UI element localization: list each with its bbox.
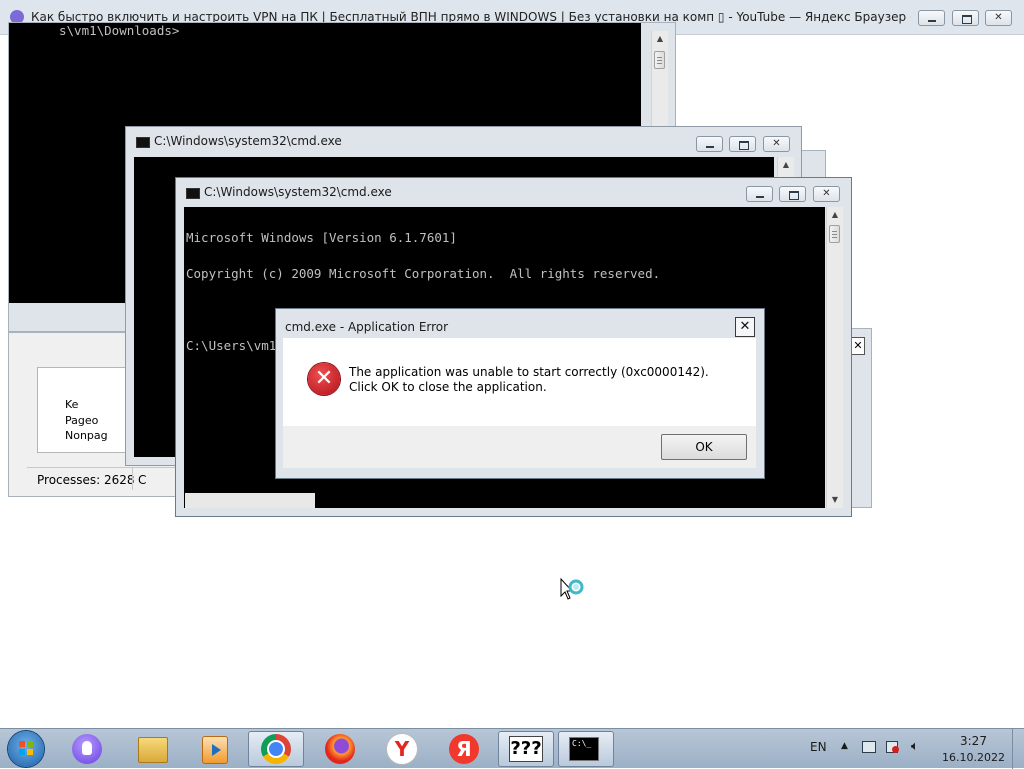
minimize-icon (928, 20, 936, 22)
scroll-up-arrow-icon[interactable]: ▲ (652, 31, 668, 47)
taskbar: Y Я ??? C:\_ EN ▲ 🔈︎ 3:27 16.10.2022 (0, 728, 1024, 769)
status-cpu: C (138, 473, 147, 487)
taskbar-yandex-browser[interactable]: Я (436, 731, 492, 767)
cmd-front-maximize-button[interactable] (779, 186, 806, 202)
scrollbar-thumb[interactable] (829, 225, 840, 243)
action-center-icon[interactable] (886, 741, 899, 753)
task-manager-statusbar: Processes: 2628 C (27, 467, 197, 492)
language-indicator[interactable]: EN (810, 740, 827, 754)
minimize-icon (756, 196, 764, 198)
ok-button[interactable]: OK (661, 434, 747, 460)
error-dialog-title[interactable]: cmd.exe - Application Error (285, 320, 448, 334)
close-icon: ✕ (739, 319, 751, 334)
cmd-back-close-button[interactable]: ✕ (763, 136, 790, 152)
console-line: Copyright (c) 2009 Microsoft Corporation… (186, 266, 661, 281)
memory-label-paged: Pageo (65, 414, 99, 427)
error-dialog: cmd.exe - Application Error ✕ ✕ The appl… (275, 308, 765, 479)
cmd-front-minimize-button[interactable] (746, 186, 773, 202)
start-button[interactable] (6, 729, 46, 769)
error-message: The application was unable to start corr… (349, 365, 709, 394)
taskbar-yandex[interactable]: Y (374, 731, 430, 767)
error-dialog-body: ✕ The application was unable to start co… (283, 338, 756, 426)
cursor-arrow-icon (560, 577, 584, 600)
error-dialog-close-button[interactable]: ✕ (735, 317, 755, 337)
minimize-icon (706, 146, 714, 148)
scroll-down-arrow-icon[interactable]: ▼ (827, 492, 843, 508)
error-dialog-footer: OK (283, 426, 756, 468)
folder-icon (138, 737, 168, 763)
firefox-icon (325, 734, 355, 764)
clock-time[interactable]: 3:27 (960, 734, 987, 748)
scrollbar-thumb[interactable] (654, 51, 665, 69)
taskbar-firefox[interactable] (312, 731, 368, 767)
maximize-icon (789, 191, 799, 200)
unknown-app-icon: ??? (509, 736, 543, 762)
windows-icon (8, 731, 44, 767)
volume-icon[interactable]: 🔈︎ (911, 739, 919, 754)
yandex-icon: Y (387, 734, 417, 764)
busy-cursor (560, 577, 586, 606)
cmd-back-maximize-button[interactable] (729, 136, 756, 152)
memory-label-nonpaged: Nonpag (65, 429, 108, 442)
console-background-line: s\vm1\Downloads> (59, 23, 180, 38)
alice-icon (72, 734, 102, 764)
cmd-taskbar-icon: C:\_ (569, 737, 599, 761)
scroll-up-arrow-icon[interactable]: ▲ (827, 207, 843, 223)
cmd-front-close-button[interactable]: ✕ (813, 186, 840, 202)
memory-label-kernel: Ke (65, 398, 79, 411)
browser-close-button[interactable]: ✕ (985, 10, 1012, 26)
taskbar-media-player[interactable] (186, 731, 242, 767)
yandex-browser-icon: Я (449, 734, 479, 764)
taskbar-alice[interactable] (58, 731, 114, 767)
network-icon[interactable] (862, 741, 876, 753)
taskbar-explorer[interactable] (124, 731, 180, 767)
scroll-up-arrow-icon[interactable]: ▲ (778, 157, 794, 173)
status-processes: Processes: 2628 (37, 473, 135, 487)
clock-date[interactable]: 16.10.2022 (942, 751, 1005, 764)
media-player-icon (202, 736, 228, 764)
console-selection-residue (185, 493, 315, 508)
close-icon: ✕ (822, 188, 831, 199)
show-hidden-icons-icon[interactable]: ▲ (841, 741, 848, 751)
close-icon: ✕ (772, 138, 781, 149)
taskbar-chrome[interactable] (248, 731, 304, 767)
console-line: Microsoft Windows [Version 6.1.7601] (186, 230, 457, 245)
cmd-back-minimize-button[interactable] (696, 136, 723, 152)
error-icon: ✕ (308, 363, 340, 395)
taskbar-unknown-app[interactable]: ??? (498, 731, 554, 767)
show-desktop-button[interactable] (1012, 729, 1024, 769)
taskbar-cmd[interactable]: C:\_ (558, 731, 614, 767)
close-icon: ✕ (994, 12, 1003, 23)
browser-minimize-button[interactable] (918, 10, 945, 26)
restore-icon (962, 15, 972, 24)
browser-maximize-button[interactable] (952, 10, 979, 26)
maximize-icon (739, 141, 749, 150)
cmd-front-scrollbar[interactable]: ▲ ▼ (826, 207, 843, 508)
chrome-icon (261, 734, 291, 764)
